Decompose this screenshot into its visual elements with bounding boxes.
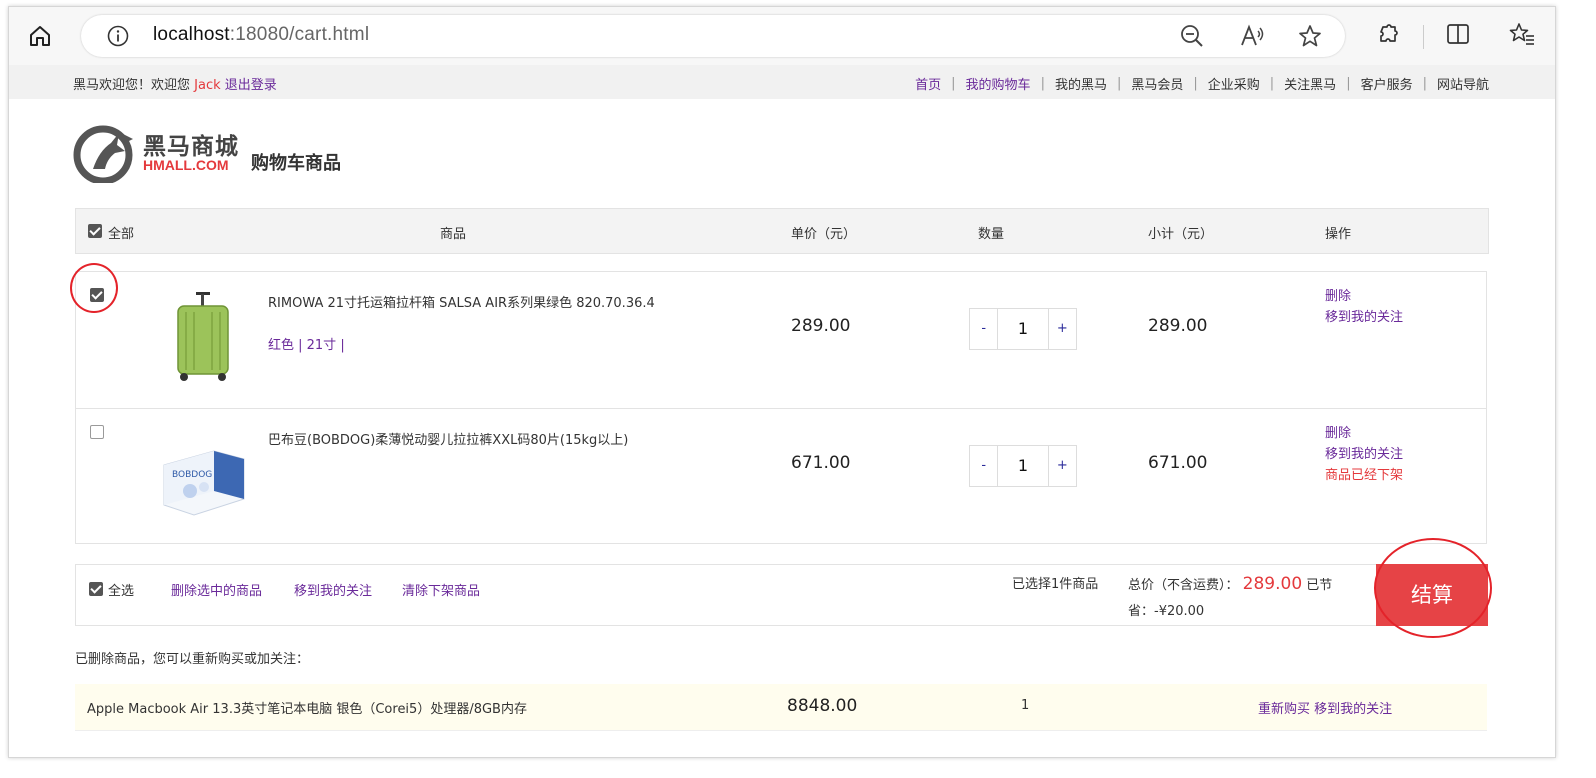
item-subtotal: 289.00 — [1148, 316, 1208, 336]
top-navigation: 首页 | 我的购物车 | 我的黑马 | 黑马会员 | 企业采购 | 关注黑马 | 客户服务 | 网站导航 — [915, 74, 1489, 93]
toolbar-divider — [1423, 25, 1424, 49]
read-aloud-icon[interactable] — [1239, 23, 1265, 49]
quantity-stepper: - 1 + — [969, 308, 1077, 350]
browser-toolbar: localhost:18080/cart.html — [9, 7, 1555, 65]
saved-amount: 省：-¥20.00 — [1128, 604, 1205, 619]
cart-row: BOBDOG 巴布豆(BOBDOG)柔薄悦动婴儿拉拉裤XXL码80片(15kg以… — [76, 408, 1486, 545]
topnav-item[interactable]: 关注黑马 — [1284, 74, 1336, 93]
qty-input[interactable]: 1 — [997, 446, 1049, 486]
header-price: 单价（元） — [791, 227, 857, 242]
item-ops: 删除 移到我的关注 商品已经下架 — [1325, 423, 1403, 486]
nav-separator: | — [951, 76, 956, 91]
url-host: localhost — [153, 24, 230, 45]
item-subtotal: 671.00 — [1148, 453, 1208, 473]
move-to-follow-link[interactable]: 移到我的关注 — [1325, 444, 1403, 465]
zoom-out-icon[interactable] — [1179, 23, 1205, 49]
deleted-item-name[interactable]: Apple Macbook Air 13.3英寸笔记本电脑 银色（Corei5）… — [87, 698, 527, 717]
nav-separator: | — [1346, 76, 1351, 91]
annotation-circle-checkout — [1374, 538, 1492, 638]
topnav-item[interactable]: 网站导航 — [1437, 74, 1489, 93]
nav-separator: | — [1422, 76, 1427, 91]
qty-plus-button[interactable]: + — [1049, 446, 1076, 486]
item-checkbox[interactable] — [90, 425, 104, 439]
topnav-item[interactable]: 企业采购 — [1208, 74, 1260, 93]
select-all-checkbox-top[interactable] — [88, 224, 102, 238]
topnav-item[interactable]: 客户服务 — [1361, 74, 1413, 93]
qty-plus-button[interactable]: + — [1049, 309, 1076, 349]
logo-subtext: HMALL.COM — [143, 157, 229, 173]
welcome-text: 黑马欢迎您！欢迎您 Jack 退出登录 — [73, 74, 277, 93]
total-summary: 总价（不含运费）： 289.00 已节 省：-¥20.00 — [1128, 571, 1368, 625]
topnav-item[interactable]: 我的黑马 — [1055, 74, 1107, 93]
cart-items: RIMOWA 21寸托运箱拉杆箱 SALSA AIR系列果绿色 820.70.3… — [75, 271, 1487, 544]
favorite-star-icon[interactable] — [1297, 23, 1323, 49]
item-price: 671.00 — [791, 453, 851, 473]
total-amount: 289.00 — [1242, 574, 1303, 594]
move-to-follow-link[interactable]: 移到我的关注 — [1325, 307, 1403, 328]
item-name[interactable]: 巴布豆(BOBDOG)柔薄悦动婴儿拉拉裤XXL码80片(15kg以上) — [268, 429, 628, 448]
deleted-item-qty: 1 — [1021, 698, 1030, 713]
item-price: 289.00 — [791, 316, 851, 336]
header-all: 全部 — [108, 227, 135, 242]
topnav-item[interactable]: 首页 — [915, 74, 941, 93]
url-text[interactable]: localhost:18080/cart.html — [153, 24, 369, 46]
offline-status: 商品已经下架 — [1325, 468, 1404, 483]
url-path: :18080/cart.html — [229, 24, 370, 45]
deleted-item-ops[interactable]: 重新购买 移到我的关注 — [1258, 698, 1392, 717]
horse-logo-icon — [73, 125, 133, 183]
extensions-icon[interactable] — [1375, 21, 1401, 47]
qty-minus-button[interactable]: - — [970, 309, 997, 349]
suitcase-thumbnail — [177, 292, 229, 381]
select-all-checkbox[interactable] — [89, 582, 103, 596]
diaper-box-thumbnail: BOBDOG — [163, 450, 245, 516]
page-title: 购物车商品 — [251, 153, 341, 174]
selected-count: 已选择1件商品 — [1012, 577, 1099, 592]
address-bar[interactable]: localhost:18080/cart.html — [81, 15, 1345, 57]
item-attributes: 红色 | 21寸 | — [268, 338, 345, 353]
header-ops: 操作 — [1325, 227, 1352, 242]
browser-window: localhost:18080/cart.html 黑马欢迎您！欢迎您 Jack… — [8, 6, 1556, 758]
select-all-label: 全选 — [108, 584, 135, 599]
nav-separator: | — [1040, 76, 1045, 91]
total-label: 总价（不含运费）： — [1128, 578, 1239, 593]
nav-separator: | — [1116, 76, 1122, 91]
header-qty: 数量 — [978, 227, 1005, 242]
cart-footer-bar: 全选 删除选中的商品 移到我的关注 清除下架商品 已选择1件商品 总价（不含运费… — [75, 564, 1488, 626]
topnav-item[interactable]: 我的购物车 — [966, 74, 1031, 93]
cart-table-header: 全部 商品 单价（元） 数量 小计（元） 操作 — [75, 208, 1489, 254]
clear-offline-link[interactable]: 清除下架商品 — [402, 580, 480, 599]
username: Jack — [194, 78, 221, 93]
header-subtotal: 小计（元） — [1148, 227, 1214, 242]
home-icon[interactable] — [27, 23, 53, 49]
delete-selected-link[interactable]: 删除选中的商品 — [171, 580, 262, 599]
item-name[interactable]: RIMOWA 21寸托运箱拉杆箱 SALSA AIR系列果绿色 820.70.3… — [268, 292, 655, 311]
deleted-section-title: 已删除商品，您可以重新购买或加关注： — [75, 652, 310, 667]
annotation-circle-checkbox — [70, 263, 118, 313]
logo-text: 黑马商城 — [143, 134, 239, 160]
split-screen-icon[interactable] — [1445, 21, 1471, 47]
item-ops: 删除 移到我的关注 — [1325, 286, 1403, 328]
welcome-label: 黑马欢迎您！欢迎您 — [73, 78, 191, 93]
favorites-list-icon[interactable] — [1509, 21, 1535, 47]
qty-minus-button[interactable]: - — [970, 446, 997, 486]
topnav-item[interactable]: 黑马会员 — [1131, 74, 1183, 93]
delete-link[interactable]: 删除 — [1325, 286, 1403, 307]
svg-text:BOBDOG: BOBDOG — [172, 470, 212, 480]
delete-link[interactable]: 删除 — [1325, 423, 1403, 444]
nav-separator: | — [1193, 76, 1198, 91]
quantity-stepper: - 1 + — [969, 445, 1077, 487]
qty-input[interactable]: 1 — [997, 309, 1049, 349]
move-selected-to-follow-link[interactable]: 移到我的关注 — [294, 580, 372, 599]
cart-row: RIMOWA 21寸托运箱拉杆箱 SALSA AIR系列果绿色 820.70.3… — [76, 272, 1486, 408]
info-icon[interactable] — [107, 25, 129, 47]
site-topbar: 黑马欢迎您！欢迎您 Jack 退出登录 首页 | 我的购物车 | 我的黑马 | 黑马会员 | 企… — [9, 65, 1555, 99]
saved-prefix: 已节 — [1306, 578, 1333, 593]
deleted-item-price: 8848.00 — [787, 696, 858, 716]
deleted-row: Apple Macbook Air 13.3英寸笔记本电脑 银色（Corei5）… — [75, 684, 1487, 731]
logout-link[interactable]: 退出登录 — [225, 78, 277, 93]
header-product: 商品 — [440, 227, 467, 242]
nav-separator: | — [1269, 76, 1275, 91]
